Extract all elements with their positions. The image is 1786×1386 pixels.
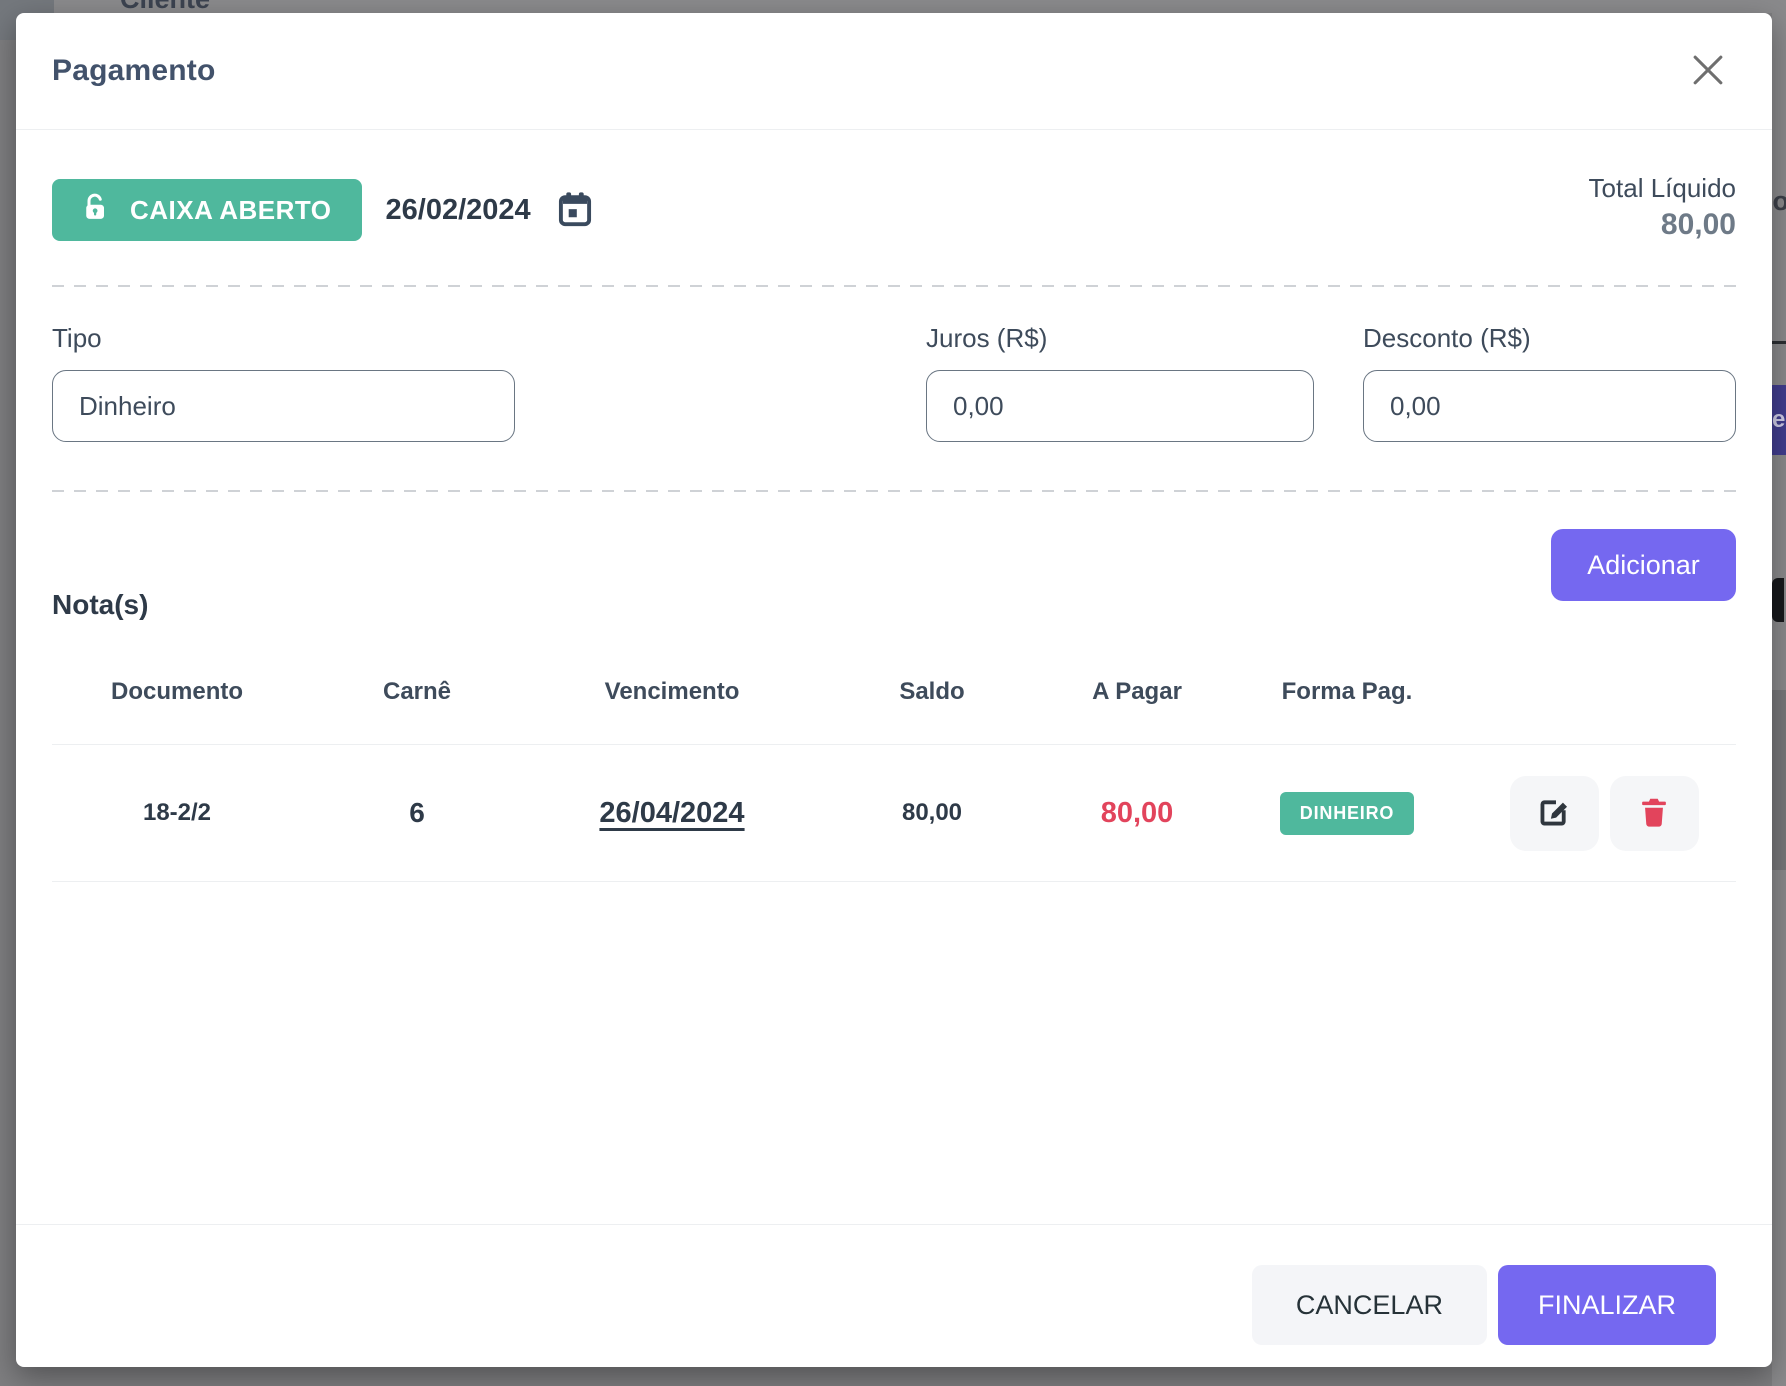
adicionar-button[interactable]: Adicionar bbox=[1551, 529, 1736, 601]
notes-table-header: Documento Carnê Vencimento Saldo A Pagar… bbox=[52, 657, 1736, 745]
payment-modal: Pagamento CAIXA ABERTO bbox=[16, 13, 1772, 1367]
unlock-icon bbox=[80, 192, 110, 229]
column-header-documento: Documento bbox=[52, 678, 302, 706]
background-indigo-button-fragment: es bbox=[1772, 385, 1786, 455]
backdrop-top-strip: Cliente bbox=[0, 0, 1786, 13]
divider bbox=[52, 490, 1736, 492]
desconto-input[interactable] bbox=[1363, 370, 1736, 442]
juros-label: Juros (R$) bbox=[926, 323, 1314, 353]
column-header-vencimento: Vencimento bbox=[532, 678, 812, 706]
status-row: CAIXA ABERTO 26/02/2024 Total Líquido 80… bbox=[52, 177, 1736, 243]
notes-section-title: Nota(s) bbox=[52, 589, 1736, 621]
column-header-saldo: Saldo bbox=[812, 678, 1052, 706]
tipo-select[interactable]: Dinheiro bbox=[52, 370, 515, 442]
edit-icon bbox=[1537, 795, 1571, 832]
cell-actions bbox=[1472, 776, 1736, 851]
column-header-a-pagar: A Pagar bbox=[1052, 678, 1222, 706]
table-row: 18-2/2 6 26/04/2024 80,00 80,00 DINHEIRO bbox=[52, 745, 1736, 882]
column-header-forma-pag: Forma Pag. bbox=[1222, 678, 1472, 706]
forma-pagamento-badge: DINHEIRO bbox=[1280, 792, 1414, 835]
background-dark-badge-fragment bbox=[1772, 578, 1784, 622]
desconto-label: Desconto (R$) bbox=[1363, 323, 1736, 353]
cancelar-button[interactable]: CANCELAR bbox=[1252, 1265, 1487, 1345]
page-title: Pagamento bbox=[52, 54, 216, 88]
date-picker-button[interactable] bbox=[557, 190, 593, 231]
background-text-fragment: os bbox=[1772, 186, 1786, 217]
juros-field-group: Juros (R$) bbox=[926, 323, 1314, 442]
caixa-aberto-badge: CAIXA ABERTO bbox=[52, 179, 362, 241]
column-header-carne: Carnê bbox=[302, 678, 532, 706]
total-liquido-value: 80,00 bbox=[1589, 205, 1736, 245]
divider bbox=[52, 285, 1736, 287]
juros-input[interactable] bbox=[926, 370, 1314, 442]
caixa-aberto-label: CAIXA ABERTO bbox=[130, 195, 332, 226]
cell-carne: 6 bbox=[302, 797, 532, 829]
tipo-field-group: Tipo Dinheiro bbox=[52, 323, 515, 442]
background-gray-fragment bbox=[1772, 690, 1786, 870]
payment-form-row: Tipo Dinheiro Juros (R$) Desconto (R$) bbox=[52, 323, 1736, 442]
edit-note-button[interactable] bbox=[1510, 776, 1599, 851]
total-liquido-block: Total Líquido 80,00 bbox=[1589, 171, 1736, 245]
cash-date: 26/02/2024 bbox=[386, 194, 531, 227]
modal-body: CAIXA ABERTO 26/02/2024 Total Líquido 80… bbox=[16, 177, 1772, 882]
modal-header: Pagamento bbox=[16, 13, 1772, 130]
calendar-icon bbox=[557, 190, 593, 231]
background-cliente-label: Cliente bbox=[120, 0, 210, 13]
trash-icon bbox=[1638, 795, 1670, 832]
total-liquido-label: Total Líquido bbox=[1589, 171, 1736, 205]
cell-saldo: 80,00 bbox=[812, 799, 1052, 827]
close-button[interactable] bbox=[1684, 47, 1732, 95]
vencimento-date-link[interactable]: 26/04/2024 bbox=[599, 797, 744, 829]
cell-forma-pag: DINHEIRO bbox=[1222, 792, 1472, 835]
tipo-label: Tipo bbox=[52, 323, 515, 353]
backdrop-right-strip: os es bbox=[1772, 0, 1786, 1386]
background-divider-fragment bbox=[1772, 341, 1786, 344]
cell-vencimento: 26/04/2024 bbox=[532, 797, 812, 830]
delete-note-button[interactable] bbox=[1610, 776, 1699, 851]
close-icon bbox=[1686, 48, 1730, 95]
modal-footer: CANCELAR FINALIZAR bbox=[16, 1224, 1772, 1367]
finalizar-button[interactable]: FINALIZAR bbox=[1498, 1265, 1716, 1345]
cell-a-pagar: 80,00 bbox=[1052, 797, 1222, 830]
cell-documento: 18-2/2 bbox=[52, 799, 302, 827]
desconto-field-group: Desconto (R$) bbox=[1363, 323, 1736, 442]
